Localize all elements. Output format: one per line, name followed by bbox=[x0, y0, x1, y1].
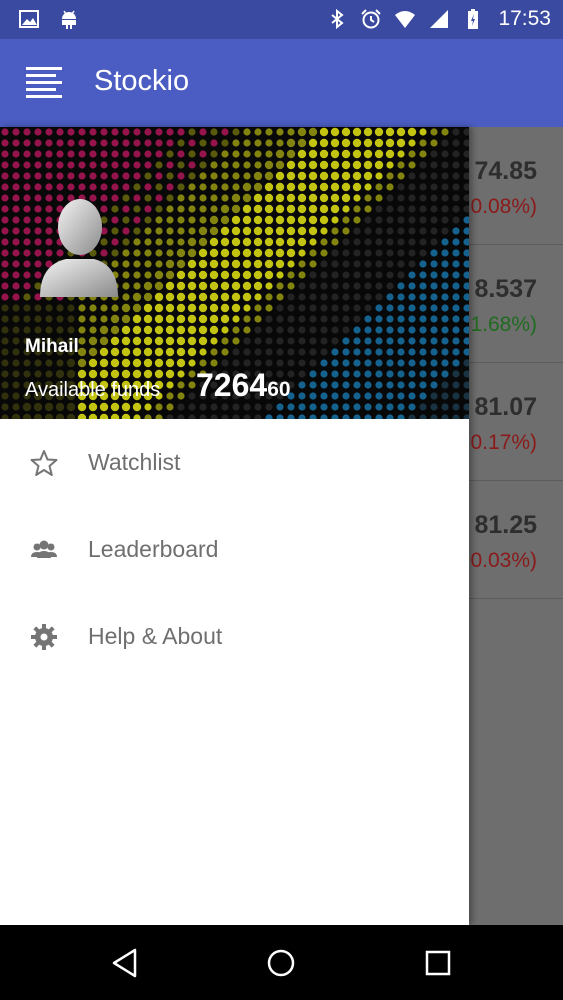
app-title: Stockio bbox=[94, 65, 190, 97]
stock-price: 81.25 bbox=[474, 511, 537, 539]
hamburger-menu-icon[interactable] bbox=[24, 63, 64, 103]
menu-item-leaderboard[interactable]: Leaderboard bbox=[0, 506, 469, 593]
status-time: 17:53 bbox=[498, 7, 551, 30]
stock-change: 1.68%) bbox=[470, 313, 537, 336]
user-name: Mihail bbox=[25, 336, 79, 357]
app-bar: Stockio bbox=[0, 39, 563, 127]
android-icon bbox=[58, 8, 80, 30]
funds-cents: 60 bbox=[267, 378, 291, 401]
menu-item-watchlist[interactable]: Watchlist bbox=[0, 419, 469, 506]
group-icon bbox=[30, 536, 58, 564]
star-icon bbox=[30, 449, 58, 477]
stock-price: 74.85 bbox=[474, 157, 537, 185]
navigation-drawer: Mihail Available funds 726460 Watchlist … bbox=[0, 127, 469, 925]
bluetooth-icon bbox=[326, 8, 348, 30]
status-bar: 17:53 bbox=[0, 0, 563, 39]
menu-item-help-about[interactable]: Help & About bbox=[0, 593, 469, 680]
funds-label: Available funds bbox=[25, 379, 161, 401]
drawer-header: Mihail Available funds 726460 bbox=[0, 127, 469, 419]
system-nav-bar bbox=[0, 925, 563, 1000]
stock-change: 0.08%) bbox=[470, 195, 537, 218]
menu-item-label: Help & About bbox=[88, 623, 223, 649]
funds-value: 726460 bbox=[196, 367, 291, 404]
avatar[interactable] bbox=[36, 187, 120, 297]
image-icon bbox=[18, 8, 40, 30]
stock-change: 0.03%) bbox=[470, 549, 537, 572]
stock-price: 8.537 bbox=[474, 275, 537, 303]
battery-icon bbox=[462, 8, 484, 30]
stock-change: 0.17%) bbox=[470, 431, 537, 454]
funds-whole: 7264 bbox=[196, 367, 268, 403]
home-icon[interactable] bbox=[264, 946, 298, 980]
menu-item-label: Leaderboard bbox=[88, 536, 219, 562]
back-icon[interactable] bbox=[108, 946, 142, 980]
gear-icon bbox=[30, 623, 58, 651]
alarm-icon bbox=[360, 8, 382, 30]
wifi-icon bbox=[394, 8, 416, 30]
recents-icon[interactable] bbox=[421, 946, 455, 980]
stock-price: 81.07 bbox=[474, 393, 537, 421]
signal-icon bbox=[428, 8, 450, 30]
menu-item-label: Watchlist bbox=[88, 449, 181, 475]
drawer-menu: Watchlist Leaderboard Help & About bbox=[0, 419, 469, 680]
